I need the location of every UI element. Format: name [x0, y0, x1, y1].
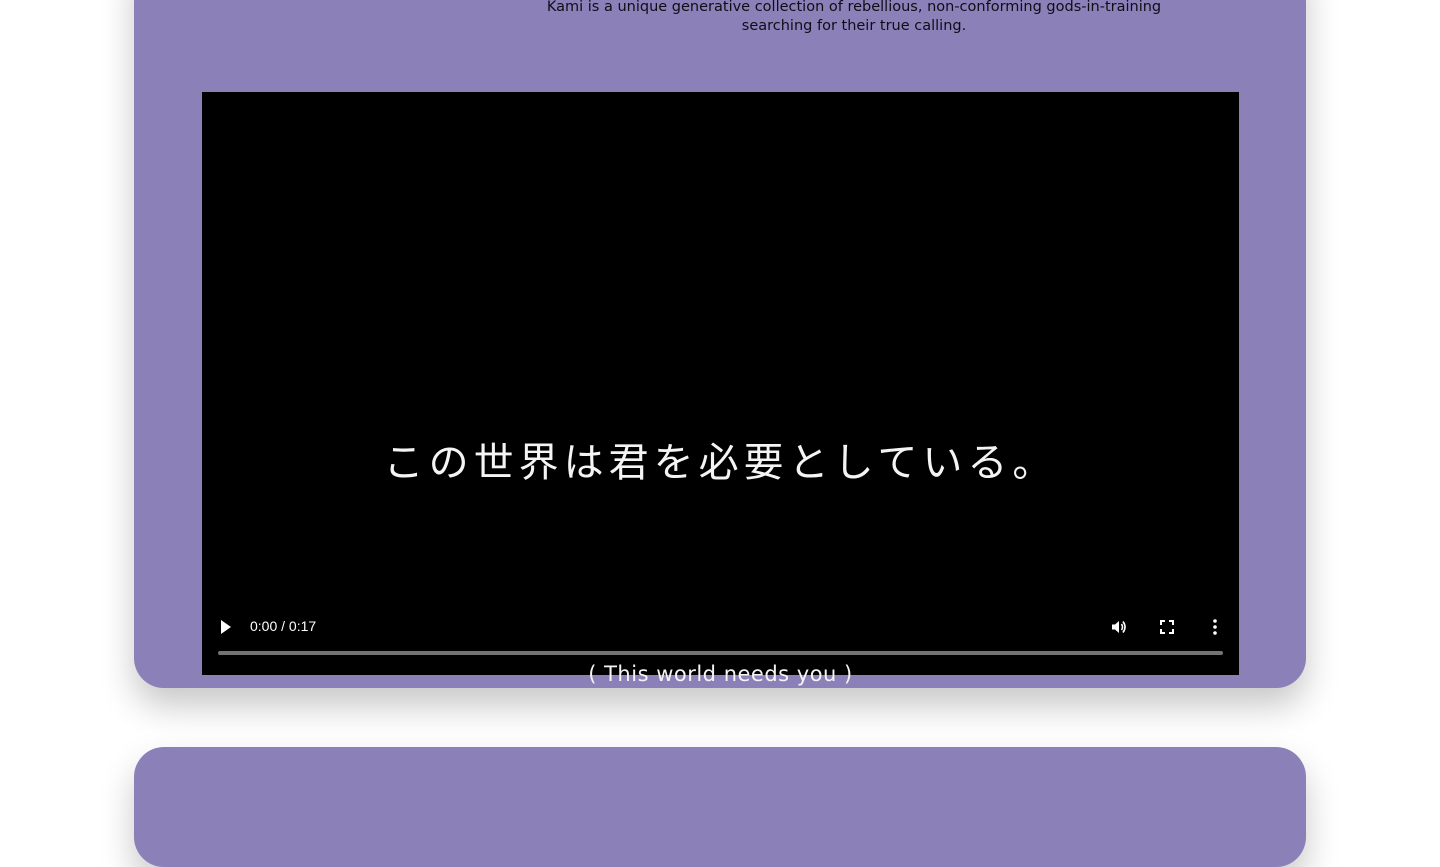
time-display: 0:00 / 0:17: [250, 618, 317, 634]
more-options-icon: [1213, 619, 1217, 635]
video-caption-japanese: この世界は君を必要としている。: [383, 440, 1058, 486]
volume-icon: [1112, 621, 1126, 633]
description-line-1: Kami is a unique generative collection o…: [546, 0, 1162, 15]
description-line-2: searching for their true calling.: [741, 18, 967, 34]
video-caption-english: ( This world needs you ): [588, 662, 853, 686]
more-options-button[interactable]: [1197, 609, 1233, 645]
play-button[interactable]: [208, 609, 244, 645]
video-controls: 0:00 / 0:17: [0, 609, 1440, 645]
video-player[interactable]: この世界は君を必要としている。 ( This world needs you ): [202, 92, 1239, 686]
next-section-card: [134, 747, 1306, 867]
video-progress-bar[interactable]: [218, 651, 1223, 655]
play-icon: [221, 620, 231, 634]
volume-button[interactable]: [1101, 609, 1137, 645]
fullscreen-button[interactable]: [1149, 609, 1185, 645]
fullscreen-icon: [1160, 620, 1174, 634]
collection-description: Kami is a unique generative collection o…: [434, 0, 1274, 36]
